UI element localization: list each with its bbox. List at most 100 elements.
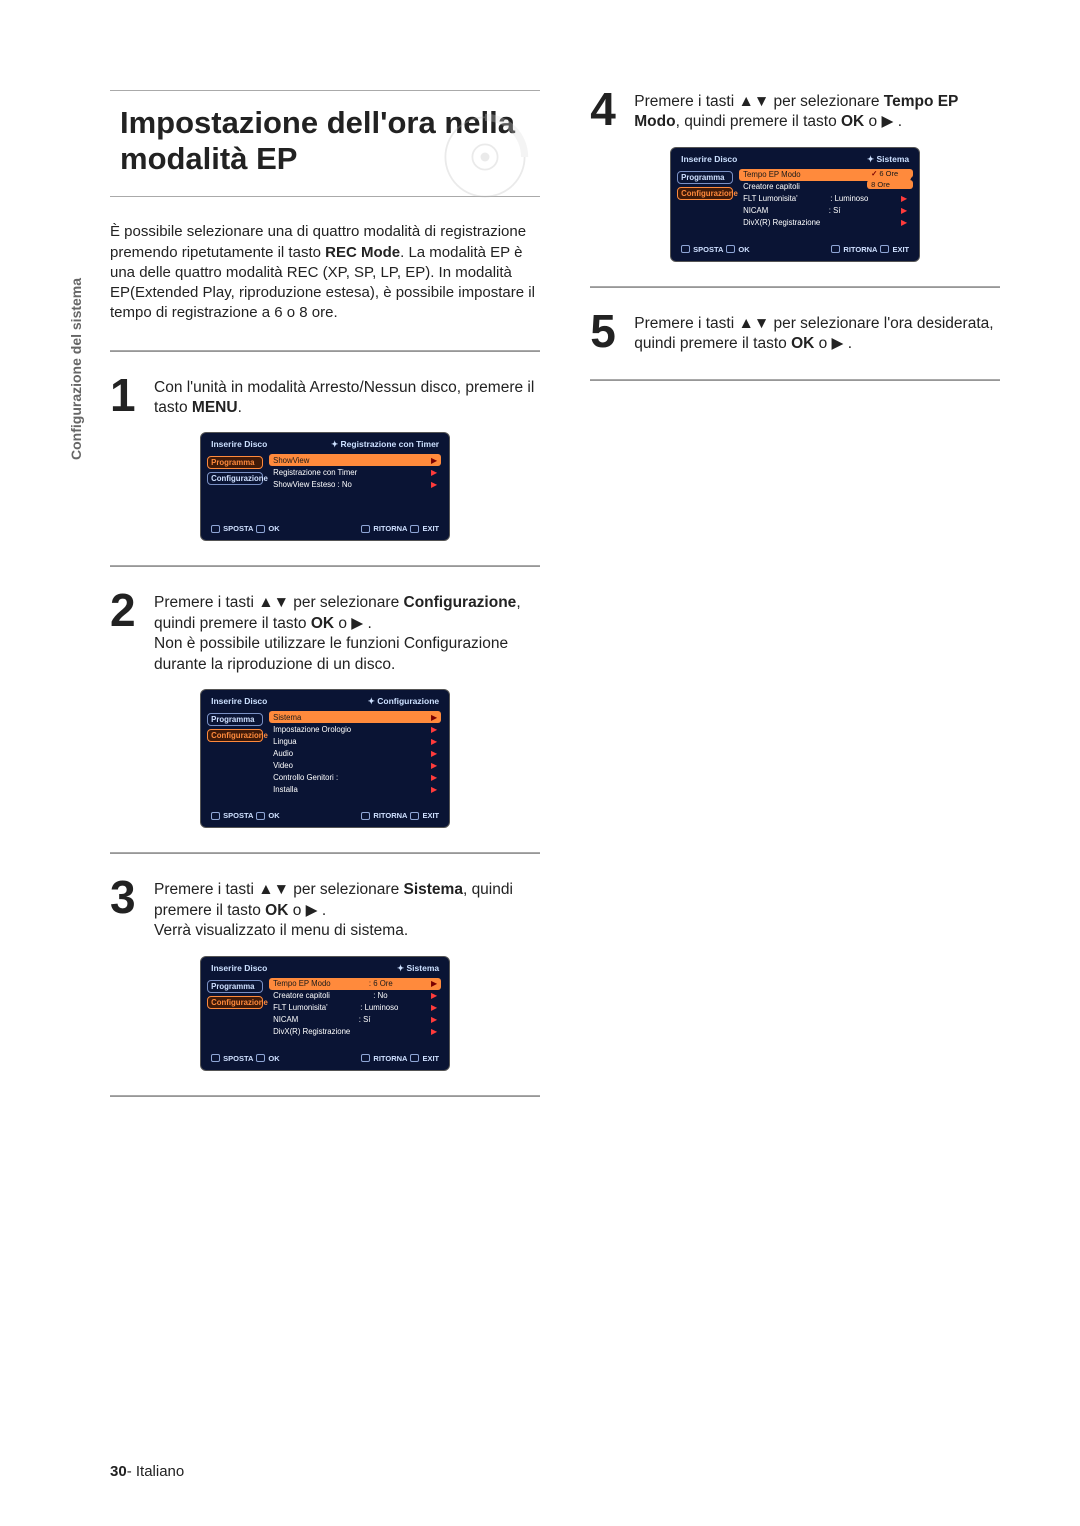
step-note: Non è possibile utilizzare le funzioni C… (154, 635, 508, 672)
step-text: o ▶ . (334, 615, 372, 632)
step-body: Premere i tasti ▲▼ per selezionare l'ora… (634, 312, 1000, 355)
osd-side-configurazione: Configurazione (677, 187, 733, 200)
osd-row: Controllo Genitori :▶ (269, 771, 441, 783)
step-bold: OK (311, 615, 334, 632)
osd-breadcrumb: ✦ Registrazione con Timer (331, 439, 439, 450)
step-text: Premere i tasti ▲▼ per selezionare (154, 594, 404, 611)
left-column: Impostazione dell'ora nella modalità EP … (110, 90, 540, 1121)
osd-footer: SPOSTA OK RITORNA EXIT (201, 1038, 449, 1066)
step-bold: Configurazione (404, 594, 517, 611)
osd-row: Impostazione Orologio▶ (269, 723, 441, 735)
osd-side-programma: Programma (677, 171, 733, 184)
step-text: Premere i tasti ▲▼ per selezionare (154, 881, 404, 898)
step-text: o ▶ . (864, 113, 902, 130)
osd-row: Installa▶ (269, 783, 441, 795)
step-bold: OK (791, 335, 814, 352)
osd-breadcrumb: ✦ Sistema (397, 963, 439, 974)
osd-side-programma: Programma (207, 980, 263, 993)
osd-crumb-text: Configurazione (377, 696, 439, 706)
osd-row: Registrazione con Timer▶ (269, 466, 441, 478)
osd-disc-label: Inserire Disco (211, 963, 267, 974)
osd-menu-4: Inserire Disco ✦ Sistema Programma Confi… (670, 147, 920, 262)
right-column: 4 Premere i tasti ▲▼ per selezionare Tem… (590, 90, 1000, 1121)
step-note: Verrà visualizzato il menu di sistema. (154, 922, 408, 939)
separator (110, 565, 540, 567)
separator (110, 350, 540, 352)
osd-row: Tempo EP Modo: 6 Ore▶ (269, 978, 441, 990)
osd-row: NICAM: Sí▶ (739, 205, 911, 217)
osd-disc-label: Inserire Disco (211, 696, 267, 707)
osd-row: Tempo EP Modo 6 Ore 8 Ore (739, 169, 911, 181)
step-body: Premere i tasti ▲▼ per selezionare Confi… (154, 591, 540, 675)
step-3: 3 Premere i tasti ▲▼ per selezionare Sis… (110, 878, 540, 941)
step-text: o ▶ . (288, 902, 326, 919)
step-number: 3 (110, 878, 144, 941)
intro-paragraph: È possibile selezionare una di quattro m… (110, 222, 540, 323)
osd-row: DivX(R) Registrazione▶ (269, 1026, 441, 1038)
osd-footer: SPOSTA OK RITORNA EXIT (201, 795, 449, 823)
osd-row: Sistema▶ (269, 711, 441, 723)
osd-menu-3: Inserire Disco ✦ Sistema Programma Confi… (200, 956, 450, 1071)
osd-side-programma: Programma (207, 713, 263, 726)
step-bold: Sistema (404, 881, 463, 898)
osd-row: NICAM: Sí▶ (269, 1014, 441, 1026)
osd-row: Creatore capitoli: No▶ (269, 990, 441, 1002)
osd-row: DivX(R) Registrazione▶ (739, 217, 911, 229)
step-number: 1 (110, 376, 144, 419)
osd-menu-2: Inserire Disco ✦ Configurazione Programm… (200, 689, 450, 828)
separator (110, 1095, 540, 1097)
step-number: 4 (590, 90, 624, 133)
osd-row: Lingua▶ (269, 735, 441, 747)
osd-side-configurazione: Configurazione (207, 472, 263, 485)
step-text: Premere i tasti ▲▼ per selezionare (634, 93, 884, 110)
osd-side-configurazione: Configurazione (207, 996, 263, 1009)
osd-side-programma: Programma (207, 456, 263, 469)
separator (590, 379, 1000, 381)
osd-crumb-text: Sistema (407, 963, 440, 973)
osd-side-configurazione: Configurazione (207, 729, 263, 742)
osd-disc-label: Inserire Disco (681, 154, 737, 165)
step-text: o ▶ . (814, 335, 852, 352)
footer-language: Italiano (136, 1463, 184, 1480)
osd-breadcrumb: ✦ Configurazione (368, 696, 439, 707)
separator (590, 286, 1000, 288)
step-4: 4 Premere i tasti ▲▼ per selezionare Tem… (590, 90, 1000, 133)
step-body: Premere i tasti ▲▼ per selezionare Siste… (154, 878, 540, 941)
osd-row: Audio▶ (269, 747, 441, 759)
step-text: , quindi premere il tasto (676, 113, 841, 130)
step-number: 2 (110, 591, 144, 675)
section-title: Impostazione dell'ora nella modalità EP (110, 90, 540, 197)
page-number: 30 (110, 1463, 127, 1480)
step-body: Con l'unità in modalità Arresto/Nessun d… (154, 376, 540, 419)
osd-option-6ore: 6 Ore (867, 169, 913, 178)
step-body: Premere i tasti ▲▼ per selezionare Tempo… (634, 90, 1000, 133)
step-2: 2 Premere i tasti ▲▼ per selezionare Con… (110, 591, 540, 675)
footer-sep: - (127, 1463, 136, 1480)
page-footer: 30- Italiano (110, 1463, 184, 1480)
step-number: 5 (590, 312, 624, 355)
osd-footer: SPOSTA OK RITORNA EXIT (671, 229, 919, 257)
page-content: Impostazione dell'ora nella modalità EP … (0, 0, 1080, 1161)
osd-breadcrumb: ✦ Sistema (867, 154, 909, 165)
step-bold: OK (841, 113, 864, 130)
osd-option-8ore: 8 Ore (867, 180, 913, 189)
step-bold: MENU (192, 399, 238, 416)
osd-disc-label: Inserire Disco (211, 439, 267, 450)
osd-footer: SPOSTA OK RITORNA EXIT (201, 508, 449, 536)
osd-row: ShowView Esteso : No▶ (269, 478, 441, 490)
separator (110, 852, 540, 854)
osd-crumb-text: Sistema (877, 154, 910, 164)
step-text: . (238, 399, 242, 416)
osd-menu-1: Inserire Disco ✦ Registrazione con Timer… (200, 432, 450, 541)
osd-row: FLT Lumonisita': Luminoso▶ (739, 193, 911, 205)
side-tab-label: Configurazione del sistema (68, 278, 84, 460)
step-1: 1 Con l'unità in modalità Arresto/Nessun… (110, 376, 540, 419)
osd-row: ShowView▶ (269, 454, 441, 466)
section-title-text: Impostazione dell'ora nella modalità EP (120, 105, 530, 176)
osd-row: Video▶ (269, 759, 441, 771)
step-5: 5 Premere i tasti ▲▼ per selezionare l'o… (590, 312, 1000, 355)
osd-row: FLT Lumonisita': Luminoso▶ (269, 1002, 441, 1014)
intro-bold: REC Mode (325, 244, 400, 261)
step-bold: OK (265, 902, 288, 919)
osd-crumb-text: Registrazione con Timer (341, 439, 440, 449)
